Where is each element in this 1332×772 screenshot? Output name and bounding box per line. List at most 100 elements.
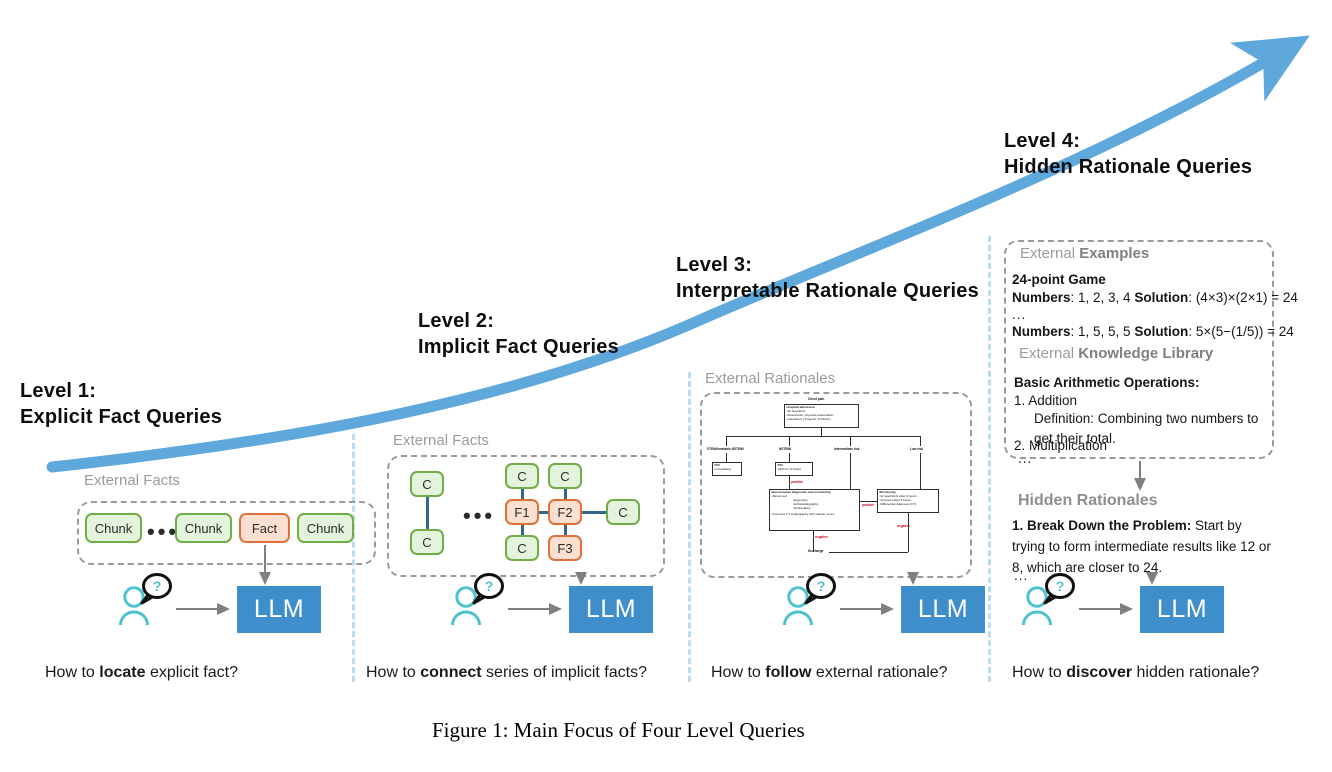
flow-node-discharge: Discharge xyxy=(808,549,824,553)
level-4-rationale-body: 1. Break Down the Problem: Start by tryi… xyxy=(1012,516,1276,579)
flow-node-monitoring-line-3: •Differential diagnosis (CT) xyxy=(879,501,917,506)
level-4-title-line1: Level 4: xyxy=(1004,130,1081,152)
level-2-node-f3-label: F3 xyxy=(557,540,573,556)
level-2-node-c-a: C xyxy=(410,471,444,497)
level-4-example-1-solution-label: Solution xyxy=(1134,290,1189,305)
level-2-title-line2: Implicit Fact Queries xyxy=(418,336,619,359)
level-2-node-f2-label: F2 xyxy=(557,504,573,520)
level-2-node-c-right: C xyxy=(606,499,640,525)
question-bubble-icon: ? xyxy=(472,573,504,605)
level-4-library-caption-plain: External xyxy=(1019,345,1079,362)
level-4-library-caption-bold: Knowledge Library xyxy=(1078,345,1214,362)
level-2-node-f2: F2 xyxy=(548,499,582,525)
level-4-library-ellipsis-glyph: ... xyxy=(1018,451,1033,466)
flow-edge-monitoring-to-discharge xyxy=(829,552,908,553)
flow-edge-label-negative-1: negative xyxy=(815,535,828,539)
level-3-llm-label: LLM xyxy=(917,595,969,623)
flow-node-noninvasive-last: •Coronary CT Angiography with calcium sc… xyxy=(771,512,835,517)
flow-edge-b3-down xyxy=(850,453,851,489)
level-4-library-caption: External Knowledge Library xyxy=(1019,345,1213,362)
flow-edge-trunk xyxy=(821,428,822,436)
level-2-question-post: series of implicit facts? xyxy=(481,664,647,681)
level-4-llm-label: LLM xyxy=(1156,595,1208,623)
level-1-title-line1: Level 1: xyxy=(20,380,97,402)
question-bubble-icon: ? xyxy=(1043,573,1075,605)
flow-branch-label-2: NSTEMI xyxy=(779,447,792,451)
level-4-game-title: 24-point Game xyxy=(1012,270,1106,290)
flow-edge-drop-1 xyxy=(726,436,727,446)
level-4-heading: Level 4: Hidden Rationale Queries xyxy=(1004,128,1252,181)
flow-edge-b4-down xyxy=(920,453,921,489)
level-4-library-item-1: 1. Addition xyxy=(1014,393,1078,408)
level-3-title-line2: Interpretable Rationale Queries xyxy=(676,280,979,303)
level-2-section-caption: External Facts xyxy=(393,432,489,449)
level-1-chunk-2-label: Chunk xyxy=(184,520,223,536)
flow-node-noninvasive-sub-3: Scintigraphy xyxy=(793,505,811,510)
flow-node-pci-delayed-sub: within 2-72 hours xyxy=(777,466,802,471)
level-2-node-c-a-label: C xyxy=(422,476,432,492)
flow-node-pci-immediate: PCI immediately xyxy=(712,462,742,476)
level-4-library-title-text: Basic Arithmetic Operations: xyxy=(1014,375,1200,390)
level-1-llm-box: LLM xyxy=(237,586,321,633)
clinical-pathway-flowchart: Chest pain Hospital admission •12 lead E… xyxy=(707,396,965,574)
level-4-example-row-2: Numbers: 1, 5, 5, 5 Solution: 5×(5−(1/5)… xyxy=(1012,322,1294,342)
level-1-heading: Level 1: Explicit Fact Queries xyxy=(20,378,222,431)
question-bubble-icon: ? xyxy=(140,573,172,605)
level-4-examples-caption-bold: Examples xyxy=(1079,245,1150,262)
level-1-chunk-3-label: Chunk xyxy=(306,520,345,536)
level-2-question-pre: How to xyxy=(366,664,421,681)
level-4-example-1-numbers: : 1, 2, 3, 4 xyxy=(1070,290,1135,305)
svg-text:?: ? xyxy=(485,578,494,594)
level-4-question-pre: How to xyxy=(1012,664,1067,681)
flow-edge-distribution-bar xyxy=(726,436,921,437)
level-4-example-1-solution: : (4×3)×(2×1) = 24 xyxy=(1188,290,1298,305)
level-2-node-f1: F1 xyxy=(505,499,539,525)
column-divider-2 xyxy=(688,372,691,682)
level-1-chunk-2: Chunk xyxy=(175,513,232,543)
flowchart-title: Chest pain xyxy=(808,397,825,401)
level-3-question: How to follow external rationale? xyxy=(711,664,948,682)
level-3-llm-box: LLM xyxy=(901,586,985,633)
level-2-node-f3: F3 xyxy=(548,535,582,561)
level-4-example-2-solution-label: Solution xyxy=(1134,324,1189,339)
flow-node-admission-line-3: •Laboratory (Troponin, D-Dimer) xyxy=(786,416,831,421)
level-4-library-ellipsis: ... xyxy=(1018,451,1032,466)
level-4-examples-caption-plain: External xyxy=(1020,245,1080,262)
level-1-chunk-1-label: Chunk xyxy=(94,520,133,536)
flow-edge-b2-down xyxy=(789,453,790,462)
level-4-example-1-numbers-label: Numbers xyxy=(1012,290,1071,305)
level-4-llm-box: LLM xyxy=(1140,586,1224,633)
figure-canvas: Level 1: Explicit Fact Queries Level 2: … xyxy=(0,0,1332,772)
level-1-fact-label: Fact xyxy=(251,520,278,536)
level-1-chunk-1: Chunk xyxy=(85,513,142,543)
level-4-example-2-numbers: : 1, 5, 5, 5 xyxy=(1070,324,1135,339)
level-1-section-caption-text: External Facts xyxy=(84,472,180,489)
level-2-heading: Level 2: Implicit Fact Queries xyxy=(418,308,619,361)
flow-edge-pci-to-noninvasive xyxy=(789,476,790,489)
level-1-question-pre: How to xyxy=(45,664,100,681)
level-4-question: How to discover hidden rationale? xyxy=(1012,664,1259,682)
level-2-node-c-top-right-label: C xyxy=(560,468,570,484)
level-4-examples-ellipsis: ... xyxy=(1012,307,1026,322)
level-2-title-line1: Level 2: xyxy=(418,310,495,332)
level-2-llm-box: LLM xyxy=(569,586,653,633)
level-3-heading: Level 3: Interpretable Rationale Queries xyxy=(676,252,979,305)
level-2-llm-label: LLM xyxy=(585,595,637,623)
level-1-question-post: explicit fact? xyxy=(145,664,238,681)
level-2-node-c-b: C xyxy=(410,529,444,555)
level-1-title-line2: Explicit Fact Queries xyxy=(20,406,223,429)
level-2-section-caption-text: External Facts xyxy=(393,432,489,449)
level-4-question-post: hidden rationale? xyxy=(1132,664,1260,681)
level-1-fact: Fact xyxy=(239,513,290,543)
level-4-hidden-rationales-title: Hidden Rationales xyxy=(1018,492,1158,509)
level-2-question-bold: connect xyxy=(420,664,482,681)
level-2-question: How to connect series of implicit facts? xyxy=(366,664,647,682)
svg-text:?: ? xyxy=(1056,578,1065,594)
flow-edge-drop-2 xyxy=(789,436,790,446)
flow-node-hospital-admission: Hospital admission •12 lead ECG •Anamnes… xyxy=(784,404,859,428)
level-4-rationale-bold: 1. Break Down the Problem: xyxy=(1012,518,1192,533)
level-2-node-c-top-right: C xyxy=(548,463,582,489)
level-1-llm-label: LLM xyxy=(253,595,305,623)
level-3-question-post: external rationale? xyxy=(811,664,948,681)
flow-edge-monitoring-down xyxy=(908,513,909,552)
